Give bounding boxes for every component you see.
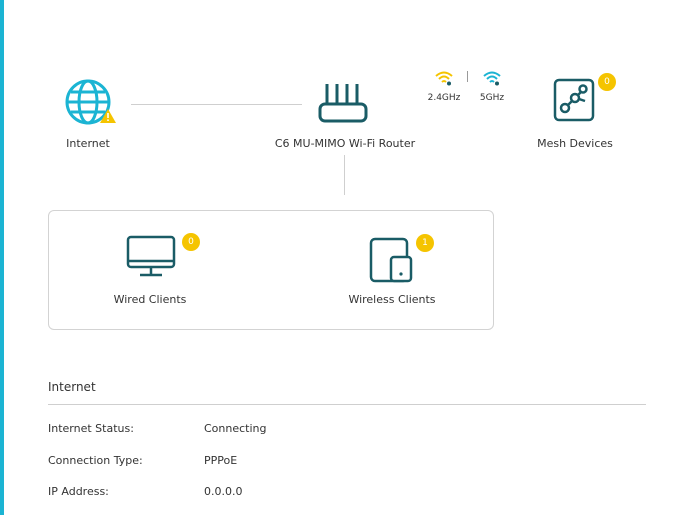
warning-icon xyxy=(100,109,116,123)
mesh-devices-node[interactable]: 0 xyxy=(553,73,617,126)
ip-address-value: 0.0.0.0 xyxy=(204,485,243,498)
wifi-5g-icon xyxy=(483,70,501,86)
router-label: C6 MU-MIMO Wi-Fi Router xyxy=(274,137,416,150)
wired-count-badge: 0 xyxy=(182,233,200,251)
router-icon xyxy=(318,82,368,126)
mesh-devices-label: Mesh Devices xyxy=(537,137,613,150)
internet-node[interactable] xyxy=(60,76,120,128)
internet-status-label: Internet Status: xyxy=(48,422,134,435)
internet-label: Internet xyxy=(66,137,110,150)
band-separator xyxy=(467,71,468,82)
section-divider xyxy=(48,404,646,405)
connection-type-label: Connection Type: xyxy=(48,454,143,467)
wired-clients-label: Wired Clients xyxy=(113,293,187,306)
wireless-count-badge: 1 xyxy=(416,234,434,252)
band-5g[interactable]: 5GHz xyxy=(476,70,508,104)
connection-type-value: PPPoE xyxy=(204,454,238,467)
internet-status-value: Connecting xyxy=(204,422,267,435)
mesh-count-badge: 0 xyxy=(598,73,616,91)
wired-clients-node[interactable]: 0 xyxy=(126,233,206,285)
router-node[interactable] xyxy=(318,82,368,126)
band-2g[interactable]: 2.4GHz xyxy=(426,70,462,104)
band-2g-label: 2.4GHz xyxy=(427,93,461,103)
internet-section-title: Internet xyxy=(48,380,96,394)
ip-address-label: IP Address: xyxy=(48,485,109,498)
wireless-clients-node[interactable]: 1 xyxy=(368,233,438,285)
mesh-icon xyxy=(553,78,595,122)
connector-internet-router xyxy=(131,104,302,105)
wifi-2g-icon xyxy=(435,70,453,86)
wireless-clients-label: Wireless Clients xyxy=(348,293,436,306)
left-accent-bar xyxy=(0,0,4,515)
band-5g-label: 5GHz xyxy=(479,93,505,103)
connector-router-clients xyxy=(344,155,345,195)
